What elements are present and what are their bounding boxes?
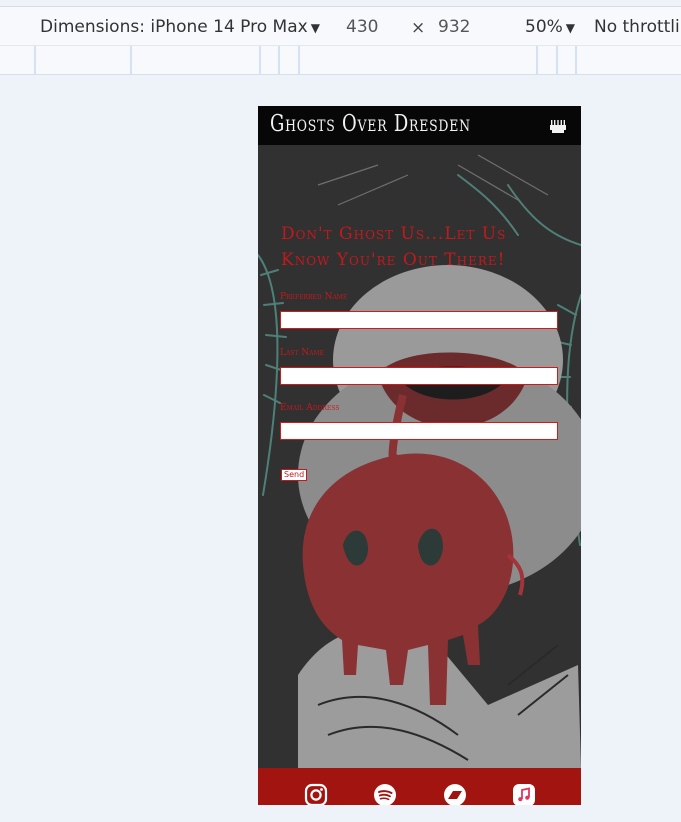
instagram-icon[interactable] <box>304 783 328 805</box>
chevron-down-icon: ▼ <box>310 21 320 35</box>
email-address-input[interactable] <box>280 422 558 440</box>
contact-form-heading: Don't Ghost Us...Let Us Know You're Out … <box>281 224 507 270</box>
preferred-name-label: Preferred Name <box>280 292 348 302</box>
device-toolbar: Dimensions: iPhone 14 Pro Max ▼ 430 × 932… <box>0 6 681 46</box>
ruler-tick[interactable] <box>130 46 132 74</box>
send-button[interactable]: Send <box>281 469 308 481</box>
ruler-tick[interactable] <box>34 46 36 74</box>
throttling-dropdown[interactable]: No throttlin <box>594 17 681 37</box>
ruler-tick[interactable] <box>556 46 558 74</box>
chevron-down-icon: ▼ <box>565 21 576 35</box>
site-header: Ghosts Over Dresden <box>258 106 581 145</box>
bandcamp-icon[interactable] <box>443 783 467 805</box>
ruler-tick[interactable] <box>278 46 280 74</box>
ruler-tick[interactable] <box>536 46 538 74</box>
viewport-height-input[interactable]: 932 <box>438 17 470 37</box>
device-dimensions-label: Dimensions: iPhone 14 Pro Max <box>40 17 308 37</box>
email-address-label: Email Address <box>280 403 340 413</box>
last-name-label: Last Name <box>280 348 325 358</box>
times-icon: × <box>411 18 426 38</box>
site-title[interactable]: Ghosts Over Dresden <box>270 111 471 137</box>
apple-music-icon[interactable] <box>512 783 536 805</box>
site-footer <box>258 768 581 805</box>
device-viewport: Ghosts Over Dresden Don't Ghost Us...Let… <box>258 106 581 805</box>
viewport-width-input[interactable]: 430 <box>346 17 378 37</box>
preferred-name-input[interactable] <box>280 311 558 329</box>
zoom-dropdown[interactable]: 50% ▼ <box>525 17 575 37</box>
ruler-tick[interactable] <box>575 46 577 74</box>
spotify-icon[interactable] <box>373 783 397 805</box>
device-dimensions-dropdown[interactable]: Dimensions: iPhone 14 Pro Max ▼ <box>40 17 320 37</box>
ruler-tick[interactable] <box>259 46 261 74</box>
media-query-ruler <box>0 46 681 75</box>
menu-icon[interactable] <box>549 120 567 135</box>
last-name-input[interactable] <box>280 367 558 385</box>
zoom-label: 50% <box>525 17 563 37</box>
ruler-tick[interactable] <box>298 46 300 74</box>
